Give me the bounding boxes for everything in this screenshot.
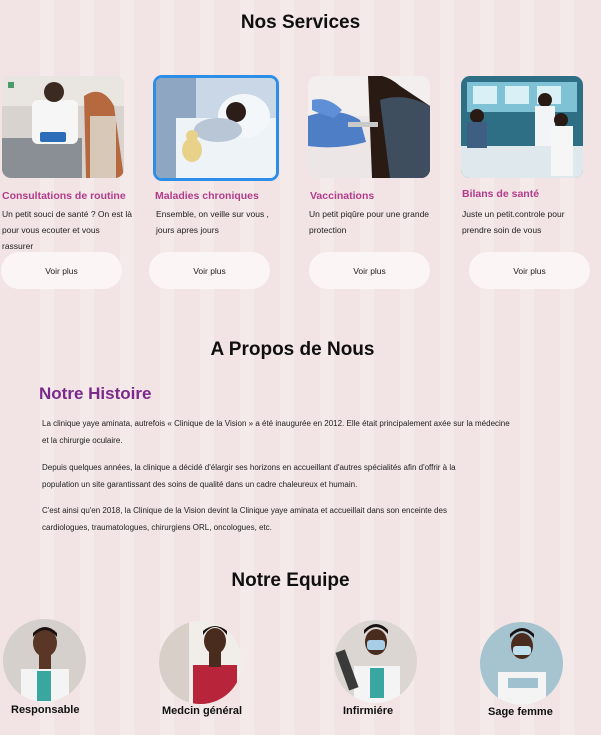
avatar <box>159 621 242 704</box>
avatar <box>480 622 563 705</box>
services-heading: Nos Services <box>240 12 361 33</box>
team-heading: Notre Equipe <box>231 570 350 591</box>
avatar <box>3 619 86 702</box>
service-image-consultations[interactable] <box>2 76 124 178</box>
service-description: Ensemble, on veille sur vous , jours apr… <box>156 209 269 235</box>
service-image-checkups[interactable] <box>461 76 583 178</box>
voir-plus-button[interactable]: Voir plus <box>469 252 590 289</box>
member-role: Infirmiére <box>343 705 394 717</box>
service-title: Consultations de routine <box>2 190 126 202</box>
member-role: Medcin général <box>162 705 243 717</box>
avatar <box>334 620 417 703</box>
about-heading: A Propos de Nous <box>210 339 375 360</box>
voir-plus-button[interactable]: Voir plus <box>1 252 122 289</box>
member-role: Responsable <box>11 704 80 716</box>
story-paragraph: La clinique yaye aminata, autrefois « Cl… <box>42 419 510 445</box>
service-image-chronic[interactable] <box>153 75 279 181</box>
member-role: Sage femme <box>488 706 553 718</box>
voir-plus-button[interactable]: Voir plus <box>309 252 430 289</box>
service-description: Un petit souci de santé ? On est là pour… <box>2 209 132 251</box>
service-image-vaccinations[interactable] <box>308 76 430 178</box>
service-description: Juste un petit.controle pour prendre soi… <box>462 209 565 235</box>
story-paragraph: C'est ainsi qu'en 2018, la Clinique de l… <box>42 506 447 532</box>
voir-plus-button[interactable]: Voir plus <box>149 252 270 289</box>
service-title: Maladies chroniques <box>155 190 259 202</box>
service-description: Un petit piqûre pour une grande protecti… <box>309 209 430 235</box>
service-title: Bilans de santé <box>462 188 540 200</box>
story-title: Notre Histoire <box>39 384 152 403</box>
service-title: Vaccinations <box>310 190 375 202</box>
story-paragraph: Depuis quelques années, la clinique a dé… <box>42 463 456 489</box>
